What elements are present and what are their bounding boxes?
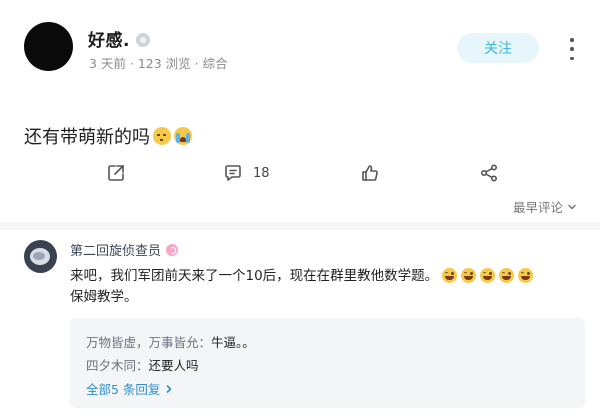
more-options-icon[interactable]	[568, 38, 576, 60]
commenter-row: 第二回旋侦查员	[70, 240, 179, 259]
thumbs-up-icon	[362, 165, 378, 181]
reply-author: 四夕木同：	[86, 358, 149, 373]
gender-badge-icon	[166, 243, 179, 256]
chevron-down-icon	[568, 204, 576, 209]
author-avatar[interactable]	[24, 22, 73, 71]
post-content: 还有带萌新的吗	[24, 123, 192, 149]
laugh-emoji-icon	[518, 268, 534, 283]
level-badge-icon	[135, 32, 150, 47]
view-all-replies-link[interactable]: 全部5 条回复	[86, 379, 174, 398]
crying-emoji-icon	[174, 127, 192, 145]
comment-text-line1: 来吧，我们军团前天来了一个10后，现在在群里教他数学题。	[70, 268, 439, 284]
laugh-emoji-icon	[480, 268, 496, 283]
section-divider	[0, 222, 600, 230]
share-nodes-icon	[480, 164, 498, 182]
chevron-right-icon	[167, 384, 172, 393]
comment-text: 来吧，我们军团前天来了一个10后，现在在群里教他数学题。 保姆教学。	[70, 266, 570, 308]
comment-button[interactable]: 18	[223, 162, 270, 184]
laugh-emoji-icon	[499, 268, 515, 283]
reply-item[interactable]: 万物皆虚，万事皆允：牛逼。。	[86, 332, 255, 351]
follow-button[interactable]: 关注	[457, 33, 539, 63]
author-row: 好感.	[88, 26, 150, 51]
sort-dropdown[interactable]: 最早评论	[513, 197, 577, 216]
author-name[interactable]: 好感.	[88, 26, 130, 51]
reply-author: 万物皆虚，万事皆允：	[86, 335, 212, 350]
sort-label: 最早评论	[513, 200, 564, 215]
comment-text-line2: 保姆教学。	[70, 289, 138, 305]
reply-item[interactable]: 四夕木同：还要人吗	[86, 355, 199, 374]
reply-text: 还要人吗	[148, 358, 199, 373]
share-button[interactable]	[106, 162, 126, 184]
comment-icon	[225, 165, 241, 181]
forward-button[interactable]	[479, 162, 499, 184]
like-button[interactable]	[360, 162, 380, 184]
post-text: 还有带萌新的吗	[24, 127, 150, 148]
commenter-avatar[interactable]	[24, 240, 57, 273]
share-external-icon	[108, 165, 124, 181]
comment-count: 18	[253, 165, 270, 181]
reply-text: 牛逼。。	[211, 335, 255, 350]
pensive-emoji-icon	[153, 127, 171, 145]
laugh-emoji-icon	[442, 268, 458, 283]
replies-box: 万物皆虚，万事皆允：牛逼。。 四夕木同：还要人吗 全部5 条回复	[70, 318, 585, 408]
commenter-name[interactable]: 第二回旋侦查员	[70, 240, 161, 259]
laugh-emoji-icon	[461, 268, 477, 283]
post-meta: 3 天前 · 123 浏览 · 综合	[89, 56, 228, 71]
view-all-replies-label: 全部5 条回复	[86, 382, 161, 397]
